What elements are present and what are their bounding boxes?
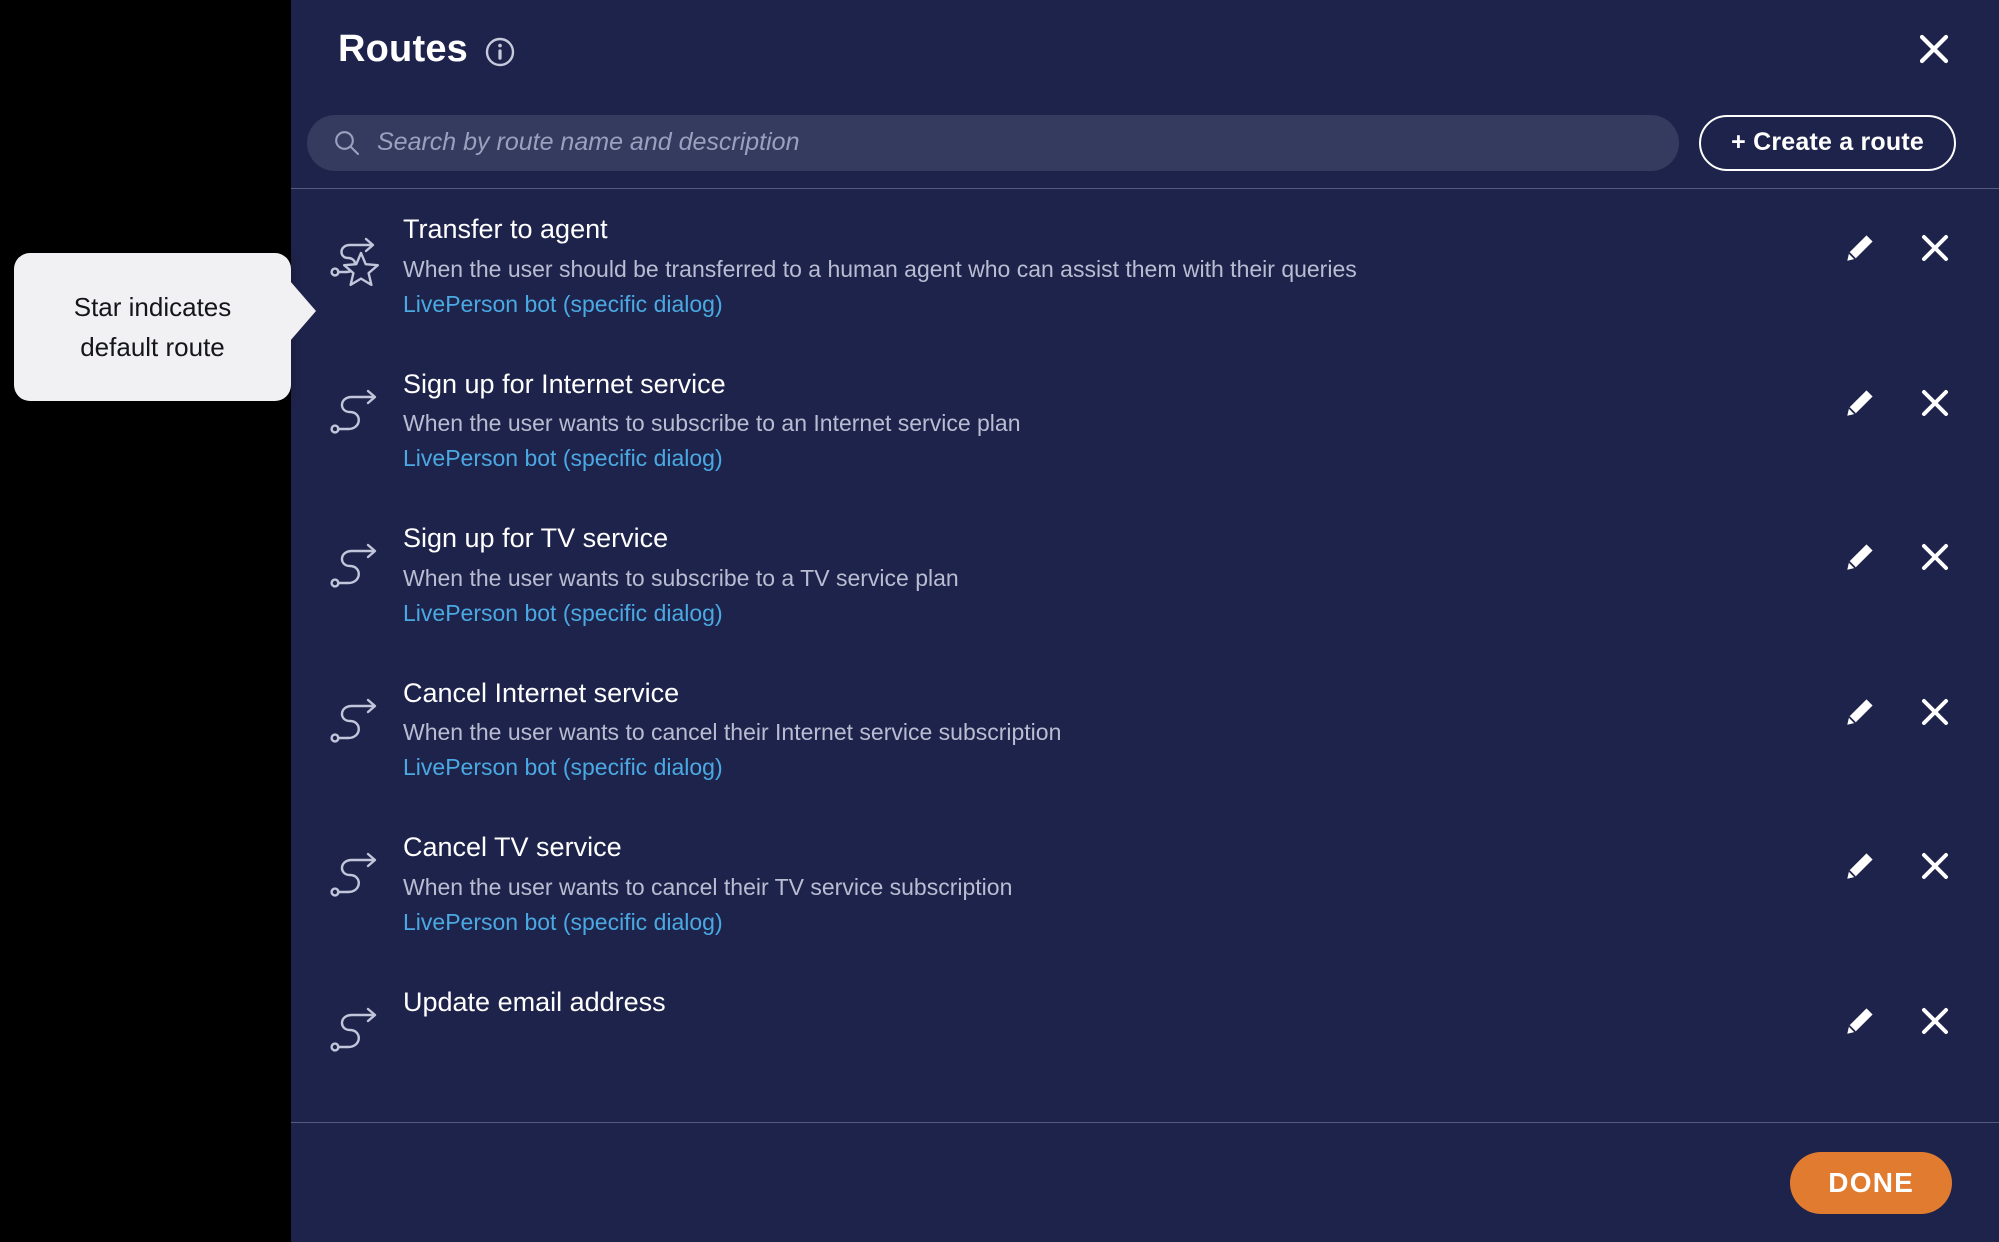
create-route-button[interactable]: + Create a route	[1699, 114, 1956, 171]
route-details: Cancel Internet service When the user wa…	[391, 677, 1819, 784]
list-item[interactable]: Cancel Internet service When the user wa…	[291, 653, 1999, 808]
route-description: When the user wants to subscribe to a TV…	[403, 564, 959, 591]
route-actions	[1839, 677, 1956, 733]
routes-modal: Routes Search by route name and descript…	[291, 0, 1999, 1242]
callout-line-2: default route	[80, 332, 225, 362]
route-description: When the user wants to cancel their TV s…	[403, 873, 1013, 900]
close-icon[interactable]	[1914, 1000, 1956, 1042]
close-modal-button[interactable]	[1911, 26, 1957, 72]
route-details: Sign up for Internet service When the us…	[391, 368, 1819, 475]
route-target-link[interactable]: LivePerson bot (specific dialog)	[403, 908, 1819, 938]
pencil-icon[interactable]	[1839, 227, 1881, 269]
route-actions	[1839, 522, 1956, 578]
route-actions	[1839, 368, 1956, 424]
route-name: Sign up for Internet service	[403, 368, 726, 399]
list-item[interactable]: Cancel TV service When the user wants to…	[291, 807, 1999, 962]
route-name: Cancel TV service	[403, 832, 622, 863]
search-field-wrapper[interactable]	[307, 114, 1680, 171]
route-icon	[325, 368, 391, 440]
route-target-link[interactable]: LivePerson bot (specific dialog)	[403, 753, 1819, 783]
route-name: Sign up for TV service	[403, 523, 669, 554]
route-name: Cancel Internet service	[403, 677, 680, 708]
route-target-link[interactable]: LivePerson bot (specific dialog)	[403, 599, 1819, 629]
list-item[interactable]: Sign up for TV service When the user wan…	[291, 498, 1999, 653]
route-details: Sign up for TV service When the user wan…	[391, 522, 1819, 629]
route-description: When the user wants to subscribe to an I…	[403, 410, 1021, 437]
close-icon[interactable]	[1914, 382, 1956, 424]
route-details: Transfer to agent When the user should b…	[391, 213, 1819, 320]
callout-default-route: Star indicates default route	[14, 253, 291, 401]
route-target-link[interactable]: LivePerson bot (specific dialog)	[403, 444, 1819, 474]
route-description: When the user should be transferred to a…	[403, 255, 1357, 282]
route-target-link[interactable]: LivePerson bot (specific dialog)	[403, 290, 1819, 320]
modal-footer: DONE	[291, 1122, 1999, 1242]
search-input[interactable]	[377, 128, 1654, 157]
list-item[interactable]: Transfer to agent When the user should b…	[291, 189, 1999, 344]
modal-header: Routes	[291, 0, 1999, 97]
pencil-icon[interactable]	[1839, 691, 1881, 733]
route-name: Update email address	[403, 986, 666, 1017]
callout-line-1: Star indicates	[73, 291, 232, 322]
list-item[interactable]: Sign up for Internet service When the us…	[291, 344, 1999, 499]
routes-list[interactable]: Transfer to agent When the user should b…	[291, 189, 1999, 1122]
route-actions	[1839, 831, 1956, 887]
done-button[interactable]: DONE	[1790, 1151, 1952, 1214]
route-actions	[1839, 986, 1956, 1042]
route-star-icon	[325, 213, 391, 286]
pencil-icon[interactable]	[1839, 536, 1881, 578]
info-circle-icon[interactable]	[485, 37, 515, 67]
route-name: Transfer to agent	[403, 214, 608, 244]
route-description: When the user wants to cancel their Inte…	[403, 719, 1062, 746]
close-icon[interactable]	[1914, 845, 1956, 887]
callout-pointer	[290, 281, 316, 341]
pencil-icon[interactable]	[1839, 1000, 1881, 1042]
search-toolbar: + Create a route	[291, 97, 1999, 188]
route-details: Cancel TV service When the user wants to…	[391, 831, 1819, 938]
pencil-icon[interactable]	[1839, 382, 1881, 424]
callout-text: Star indicates default route	[60, 287, 246, 368]
route-icon	[325, 677, 391, 749]
search-icon	[333, 129, 361, 157]
list-item[interactable]: Update email address	[291, 962, 1999, 1082]
close-icon[interactable]	[1914, 536, 1956, 578]
close-icon[interactable]	[1914, 227, 1956, 269]
close-icon[interactable]	[1914, 691, 1956, 733]
pencil-icon[interactable]	[1839, 845, 1881, 887]
route-icon	[325, 522, 391, 594]
page-title: Routes	[338, 27, 468, 70]
route-details: Update email address	[391, 986, 1819, 1028]
route-icon	[325, 831, 391, 903]
screen: Routes Search by route name and descript…	[0, 0, 1999, 1242]
route-actions	[1839, 213, 1956, 269]
route-icon	[325, 986, 391, 1058]
